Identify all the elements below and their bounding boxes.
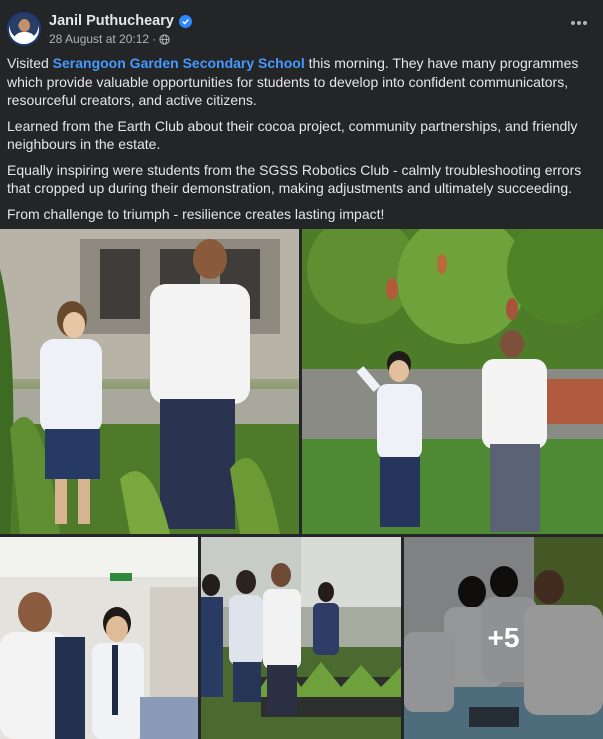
facebook-post: Janil Puthucheary 28 August at 20:12 · V… bbox=[0, 0, 603, 739]
paragraph-3: Equally inspiring were students from the… bbox=[7, 161, 582, 197]
post-timestamp[interactable]: 28 August at 20:12 bbox=[49, 32, 149, 46]
photo-3[interactable] bbox=[0, 537, 198, 739]
more-options-icon[interactable] bbox=[571, 18, 589, 28]
verified-badge-icon bbox=[178, 14, 192, 28]
more-photos-overlay[interactable]: +5 bbox=[404, 537, 603, 739]
photo-1-scene bbox=[0, 229, 299, 534]
avatar-face-shape bbox=[19, 19, 30, 32]
paragraph-1-start: Visited bbox=[7, 55, 53, 71]
photo-4-scene bbox=[201, 537, 401, 739]
more-dot bbox=[571, 21, 575, 25]
globe-icon[interactable] bbox=[159, 33, 170, 45]
author-avatar[interactable] bbox=[7, 12, 41, 46]
school-link[interactable]: Serangoon Garden Secondary School bbox=[53, 55, 305, 71]
more-photos-count: +5 bbox=[487, 622, 520, 653]
paragraph-4: From challenge to triumph - resilience c… bbox=[7, 205, 385, 222]
post-header: Janil Puthucheary 28 August at 20:12 · bbox=[0, 0, 603, 54]
photo-1[interactable] bbox=[0, 229, 299, 534]
post-body: Visited Serangoon Garden Secondary Schoo… bbox=[7, 54, 597, 230]
more-dot bbox=[577, 21, 581, 25]
photo-2[interactable] bbox=[302, 229, 603, 534]
author-name[interactable]: Janil Puthucheary bbox=[49, 13, 174, 29]
photo-2-scene bbox=[302, 229, 603, 534]
paragraph-2: Learned from the Earth Club about their … bbox=[7, 117, 578, 153]
more-dot bbox=[583, 21, 587, 25]
photo-3-scene bbox=[0, 537, 198, 739]
author-row: Janil Puthucheary bbox=[49, 12, 192, 30]
avatar-shirt-shape bbox=[13, 32, 36, 44]
photo-4[interactable] bbox=[201, 537, 401, 739]
meta-separator: · bbox=[152, 32, 157, 46]
photo-5[interactable]: +5 bbox=[404, 537, 603, 739]
photo-grid: +5 bbox=[0, 229, 603, 739]
post-meta: 28 August at 20:12 · bbox=[49, 32, 170, 46]
paragraph-1: Visited Serangoon Garden Secondary Schoo… bbox=[7, 54, 597, 110]
